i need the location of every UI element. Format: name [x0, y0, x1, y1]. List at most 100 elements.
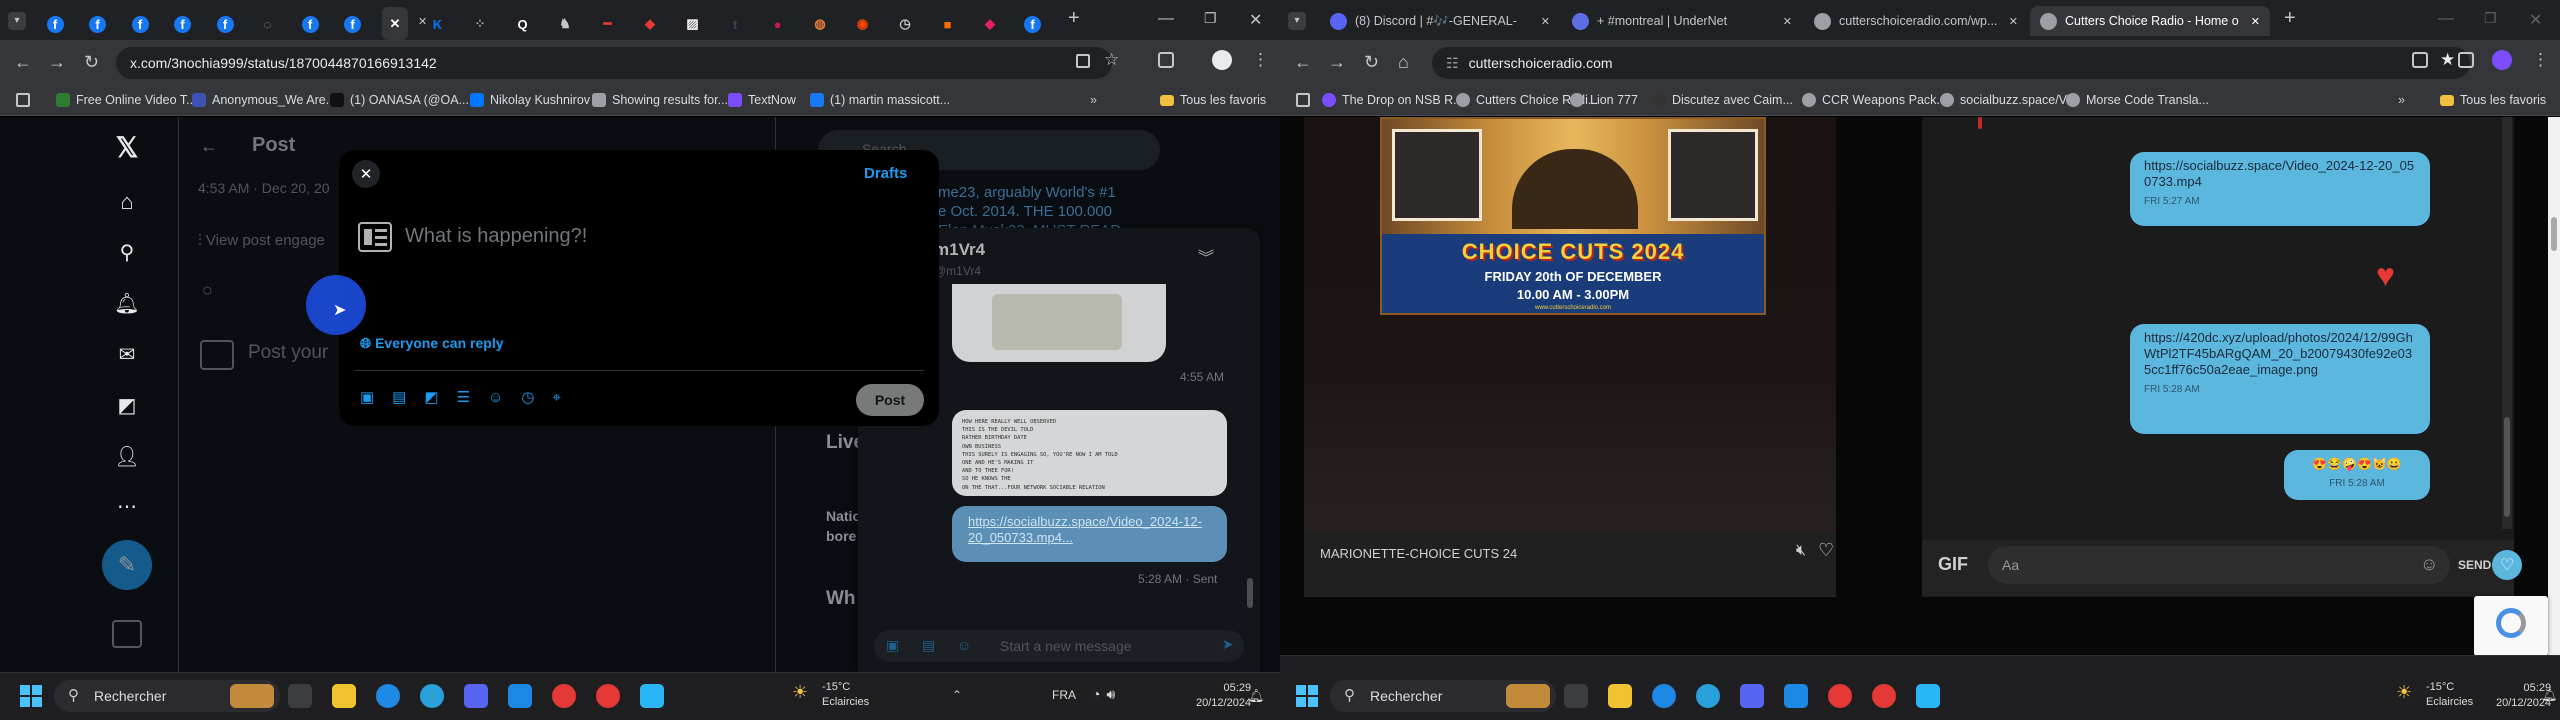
browser-tab[interactable]: ✕ ✕ [382, 7, 427, 40]
view-engagements-link[interactable]: ⫶ View post engage [198, 232, 325, 249]
media-icon[interactable]: ▣ [360, 389, 392, 406]
bookmark-item[interactable]: Free Online Video T... [56, 90, 196, 110]
notifications-icon[interactable]: 🔔︎ [2542, 688, 2557, 702]
new-tab-button[interactable]: + [2284, 7, 2296, 30]
back-arrow-icon[interactable]: ← [200, 136, 218, 157]
browser-tab[interactable]: ━ [595, 11, 621, 37]
browser-menu-icon[interactable]: ⋮ [1252, 50, 1269, 70]
bookmark-item[interactable]: Showing results for... [592, 90, 728, 110]
minimize-button[interactable]: — [2438, 10, 2454, 28]
chat-scrollbar[interactable] [2502, 117, 2512, 529]
x-logo-icon[interactable]: 𝕏 [113, 132, 141, 163]
schedule-icon[interactable]: ◷ [521, 389, 552, 406]
telegram-icon[interactable] [1696, 684, 1720, 708]
site-info-icon[interactable]: ☷ [1446, 55, 1459, 72]
browser-tab[interactable]: ■ [935, 11, 961, 37]
discord-icon[interactable] [464, 684, 488, 708]
close-tab-icon[interactable]: ✕ [2251, 15, 2260, 28]
bookmark-item[interactable]: CCR Weapons Pack... [1802, 90, 1947, 110]
windows-start-icon[interactable] [1296, 685, 1318, 707]
tab-search-icon[interactable]: ▾ [1288, 12, 1306, 30]
extensions-icon[interactable] [2412, 52, 2428, 68]
browser-menu-icon[interactable]: ⋮ [2532, 50, 2549, 70]
task-view-icon[interactable] [1564, 684, 1588, 708]
browser-tab[interactable]: f [127, 11, 153, 37]
trending-item[interactable]: Natio bore [826, 506, 861, 546]
taskbar-search[interactable]: ⚲ Rechercher [1330, 680, 1556, 712]
close-tab-icon[interactable]: ✕ [2009, 15, 2018, 28]
chat-input[interactable]: Aa ☺ [1988, 546, 2450, 584]
windows-start-icon[interactable] [20, 685, 42, 707]
telegram-icon[interactable] [420, 684, 444, 708]
app-icon[interactable] [1916, 684, 1940, 708]
dm-image-attachment[interactable] [952, 284, 1166, 362]
poll-icon[interactable]: ☰ [457, 389, 488, 406]
dm-send-icon[interactable]: ➤ [1222, 636, 1234, 653]
weather-widget[interactable]: -15°C Eclaircies [2426, 680, 2473, 710]
app-icon[interactable] [1784, 684, 1808, 708]
restore-button[interactable]: ❐ [2484, 10, 2497, 27]
chat-message[interactable]: 😍😂🤪😍😺😀 FRI 5:28 AM [2284, 450, 2430, 500]
side-panel-icon[interactable] [2458, 52, 2474, 68]
like-heart-icon[interactable]: ♡ [1818, 540, 1834, 561]
explore-search-icon[interactable]: ⚲ [113, 238, 141, 266]
reply-icon[interactable]: ○ [202, 280, 213, 301]
emoji-icon[interactable]: ☺ [2420, 554, 2438, 575]
bookmark-item[interactable]: (1) OANASA (@OA... [330, 90, 469, 110]
browser-tab[interactable]: Q [510, 11, 536, 37]
reply-setting[interactable]: 🌐︎ Everyone can reply [360, 335, 504, 352]
input-language[interactable]: FRA [1052, 688, 1076, 702]
bookmark-star-icon[interactable]: ☆ [1104, 50, 1119, 70]
dm-gif-icon[interactable]: ▤ [922, 637, 935, 654]
chrome-icon[interactable] [596, 684, 620, 708]
browser-tab[interactable]: (8) Discord | #🎶-GENERAL- ✕ [1320, 6, 1560, 36]
edge-icon[interactable] [1652, 684, 1676, 708]
apps-grid-icon[interactable] [1296, 93, 1310, 107]
edge-icon[interactable] [376, 684, 400, 708]
taskbar-search[interactable]: ⚲ Rechercher [54, 680, 280, 712]
browser-tab[interactable]: K [425, 11, 451, 37]
dm-sent-link[interactable]: https://socialbuzz.space/Video_2024-12-2… [952, 506, 1227, 562]
browser-tab[interactable]: ◉ [850, 11, 876, 37]
reply-box[interactable]: Post your [248, 342, 328, 364]
bookmark-item[interactable]: Lion 777 [1570, 90, 1638, 110]
close-tab-icon[interactable]: ✕ [1541, 15, 1550, 28]
browser-tab[interactable]: ♞ [552, 11, 578, 37]
browser-tab[interactable]: ◍ [807, 11, 833, 37]
tray-chevron-icon[interactable]: ⌃ [952, 688, 962, 702]
bookmark-item[interactable]: Morse Code Transla... [2066, 90, 2209, 110]
collapse-icon[interactable]: ︾ [1198, 244, 1214, 268]
browser-tab[interactable]: f [85, 11, 111, 37]
drafts-button[interactable]: Drafts [864, 165, 907, 182]
restore-button[interactable]: ❐ [1204, 10, 1217, 27]
browser-tab[interactable]: + #montreal | UnderNet ✕ [1562, 6, 1802, 36]
reload-icon[interactable]: ↻ [1364, 52, 1379, 73]
page-scrollbar[interactable] [2548, 117, 2560, 655]
tray-status-icons[interactable]: ◔🔊︎ [1092, 686, 1121, 703]
browser-tab[interactable]: ● [765, 11, 791, 37]
browser-tab[interactable]: f [212, 11, 238, 37]
app-icon[interactable] [508, 684, 532, 708]
clock[interactable]: 05:29 20/12/2024 [1196, 681, 1251, 711]
dm-handwritten-note[interactable]: HOW HERE REALLY WELL OBSERVED THIS IS THE… [952, 410, 1227, 496]
volume-muted-icon[interactable]: 🔇︎ [1796, 542, 1806, 560]
chat-message[interactable]: https://socialbuzz.space/Video_2024-12-2… [2130, 152, 2430, 226]
bookmark-item[interactable]: (1) martin massicott... [810, 90, 950, 110]
recaptcha-badge[interactable] [2474, 596, 2548, 656]
home-icon[interactable]: ⌂ [113, 188, 141, 216]
browser-tab[interactable]: ◆ [637, 11, 663, 37]
extensions-icon[interactable] [1158, 52, 1174, 68]
new-tab-button[interactable]: + [1068, 7, 1080, 30]
tab-search-icon[interactable]: ▾ [8, 12, 26, 30]
profile-avatar[interactable] [2492, 50, 2512, 70]
bookmark-item[interactable]: TextNow [728, 90, 796, 110]
install-app-icon[interactable] [1076, 54, 1090, 68]
post-button[interactable]: Post [856, 384, 924, 416]
all-bookmarks[interactable]: Tous les favoris [1160, 90, 1266, 110]
chrome-icon[interactable] [1872, 684, 1896, 708]
close-modal-icon[interactable]: ✕ [352, 160, 380, 188]
apps-grid-icon[interactable] [16, 93, 30, 107]
gif-button[interactable]: GIF [1938, 554, 1968, 575]
chat-heart-button[interactable]: ♡ [2492, 550, 2522, 580]
task-view-icon[interactable] [288, 684, 312, 708]
